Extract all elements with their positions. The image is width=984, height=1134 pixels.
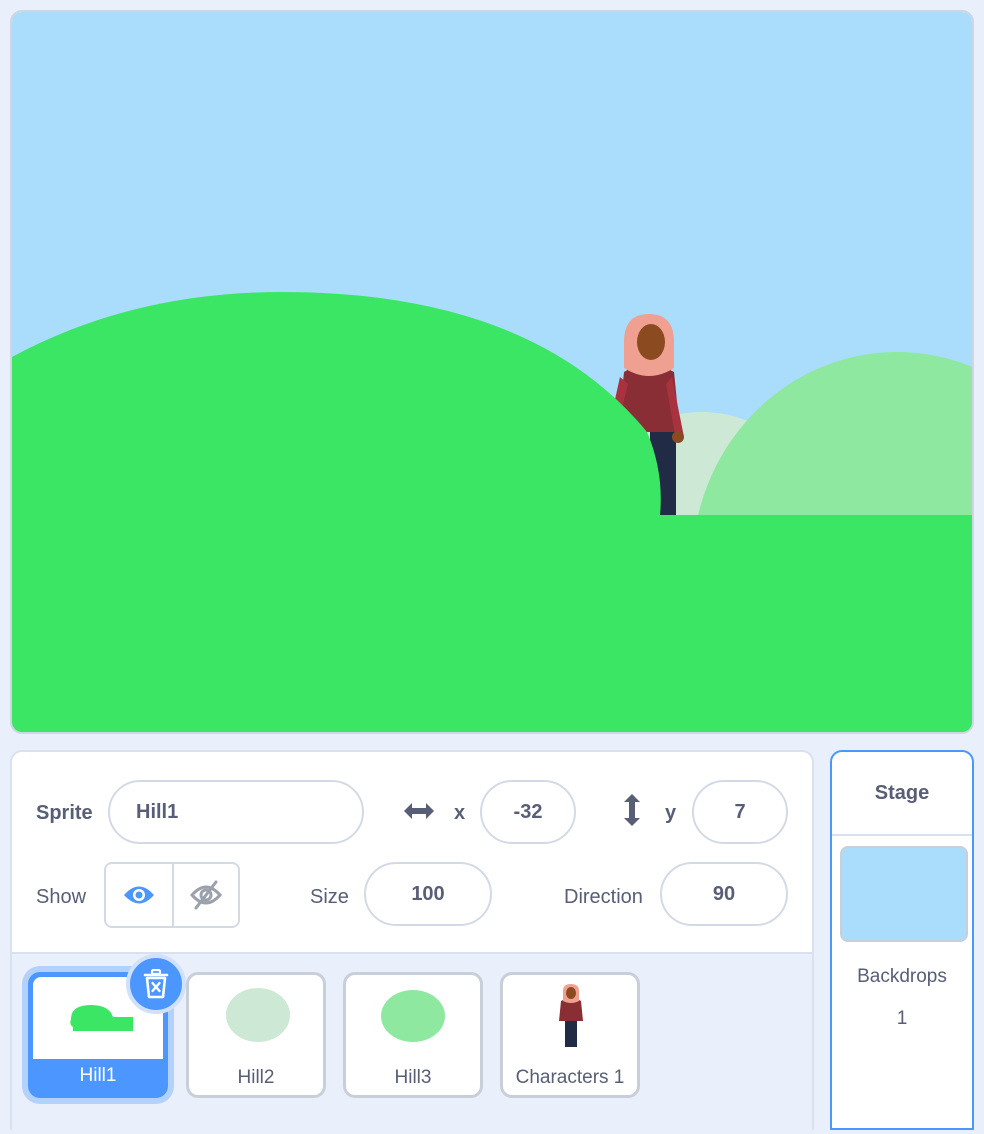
show-visible-button[interactable] <box>106 864 172 926</box>
delete-sprite-button[interactable] <box>126 954 186 1014</box>
y-label: y <box>665 802 677 824</box>
sprite-tile-name: Hill1 <box>79 1065 117 1086</box>
horizontal-arrows-icon <box>404 803 434 819</box>
sprite-properties: Sprite Hill1 x -32 y 7 Show Size 100 Dir… <box>12 752 812 954</box>
sprite-tile-name: Hill3 <box>394 1067 432 1088</box>
backdrops-label: Backdrops <box>857 966 947 987</box>
show-label: Show <box>36 886 87 908</box>
hill1-thumbnail <box>70 1005 133 1031</box>
sprite-name-input[interactable]: Hill1 <box>108 780 364 844</box>
stage-canvas[interactable] <box>10 10 974 734</box>
sprite-tile-hill2[interactable]: Hill2 <box>186 972 326 1098</box>
sprite-tile-hill3[interactable]: Hill3 <box>343 972 483 1098</box>
show-toggle-group <box>104 862 240 928</box>
sprite-tile-name: Characters 1 <box>515 1067 625 1088</box>
stage-panel-title: Stage <box>832 752 972 836</box>
direction-label: Direction <box>564 886 643 908</box>
hill3-thumbnail <box>381 990 445 1042</box>
x-position-input[interactable]: -32 <box>480 780 576 844</box>
stage-selector-panel[interactable]: Stage Backdrops 1 <box>830 750 974 1130</box>
sprite-info-panel: Sprite Hill1 x -32 y 7 Show Size 100 Dir… <box>10 750 814 1134</box>
backdrops-count: 1 <box>896 1008 908 1029</box>
eye-slash-icon <box>189 880 222 910</box>
trash-icon <box>143 969 169 999</box>
x-label: x <box>454 802 466 824</box>
y-position-input[interactable]: 7 <box>692 780 788 844</box>
size-label: Size <box>310 886 349 908</box>
sprite-tile-characters-1[interactable]: Characters 1 <box>500 972 640 1098</box>
stage-scene <box>12 12 972 732</box>
sprite-tile-name: Hill2 <box>237 1067 275 1088</box>
character-thumbnail <box>559 984 583 1047</box>
direction-input[interactable]: 90 <box>660 862 788 926</box>
size-input[interactable]: 100 <box>364 862 492 926</box>
hill2-thumbnail <box>226 988 290 1042</box>
sprite-list: Hill1 Hill2 Hill3 Characters 1 <box>12 954 812 1134</box>
eye-icon <box>123 886 154 904</box>
sprite-label: Sprite <box>36 802 93 824</box>
stage-backdrop-thumbnail[interactable] <box>840 846 968 942</box>
vertical-arrows-icon <box>624 794 640 826</box>
show-hidden-button[interactable] <box>171 864 238 926</box>
